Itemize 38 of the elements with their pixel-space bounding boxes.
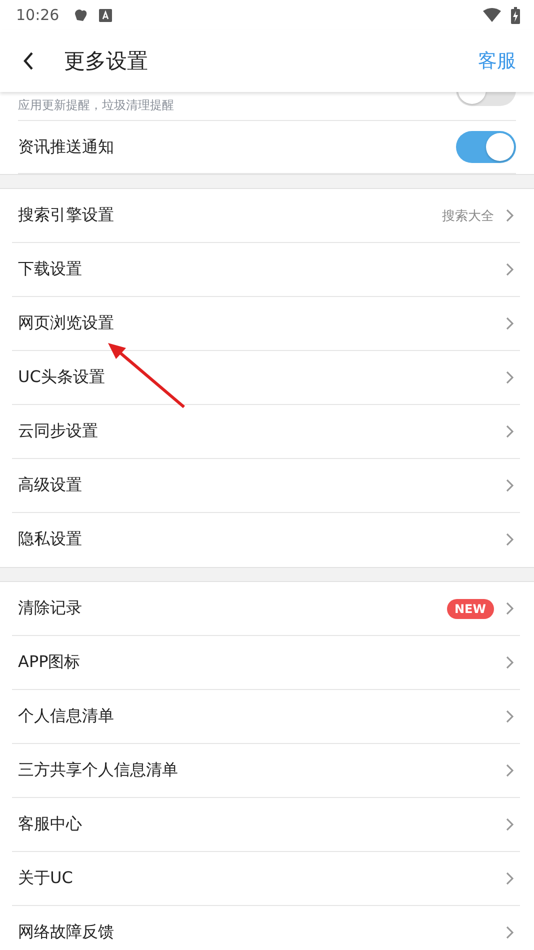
chevron-right-icon	[506, 818, 514, 831]
chevron-right-icon	[506, 926, 514, 939]
setting-label: 隐私设置	[18, 529, 83, 550]
setting-label: 清除记录	[18, 598, 83, 619]
chevron-right-icon	[506, 317, 514, 330]
toggle-switch[interactable]	[456, 131, 516, 163]
page-title: 更多设置	[64, 48, 149, 75]
chevron-right-icon	[506, 533, 514, 546]
setting-label: 三方共享个人信息清单	[18, 760, 179, 781]
setting-value: 搜索大全	[442, 208, 494, 224]
setting-label: APP图标	[18, 652, 82, 673]
setting-description: 应用更新提醒，垃圾清理提醒	[18, 97, 175, 114]
chevron-right-icon	[506, 425, 514, 438]
setting-label: UC头条设置	[18, 367, 106, 388]
chevron-right-icon	[506, 209, 514, 222]
clock: 10:26	[16, 6, 60, 24]
setting-label: 云同步设置	[18, 421, 99, 442]
chevron-right-icon	[506, 479, 514, 492]
setting-label: 资讯推送通知	[18, 136, 115, 158]
keyboard-icon	[99, 8, 112, 22]
chevron-right-icon	[506, 656, 514, 669]
setting-label: 搜索引擎设置	[18, 205, 115, 226]
setting-label: 网络故障反馈	[18, 922, 115, 943]
chevron-right-icon	[506, 371, 514, 384]
battery-icon	[511, 6, 520, 24]
chevron-right-icon	[506, 710, 514, 723]
wifi-icon	[483, 8, 501, 22]
setting-label: 个人信息清单	[18, 706, 115, 727]
setting-label: 高级设置	[18, 475, 83, 496]
setting-label: 客服中心	[18, 814, 83, 835]
chevron-right-icon	[506, 764, 514, 777]
chevron-right-icon	[506, 872, 514, 885]
new-badge: NEW	[446, 598, 494, 618]
chevron-right-icon	[506, 263, 514, 276]
chevron-right-icon	[506, 602, 514, 615]
setting-label: 关于UC	[18, 868, 74, 889]
setting-label: 下载设置	[18, 259, 83, 280]
setting-label: 网页浏览设置	[18, 313, 115, 334]
